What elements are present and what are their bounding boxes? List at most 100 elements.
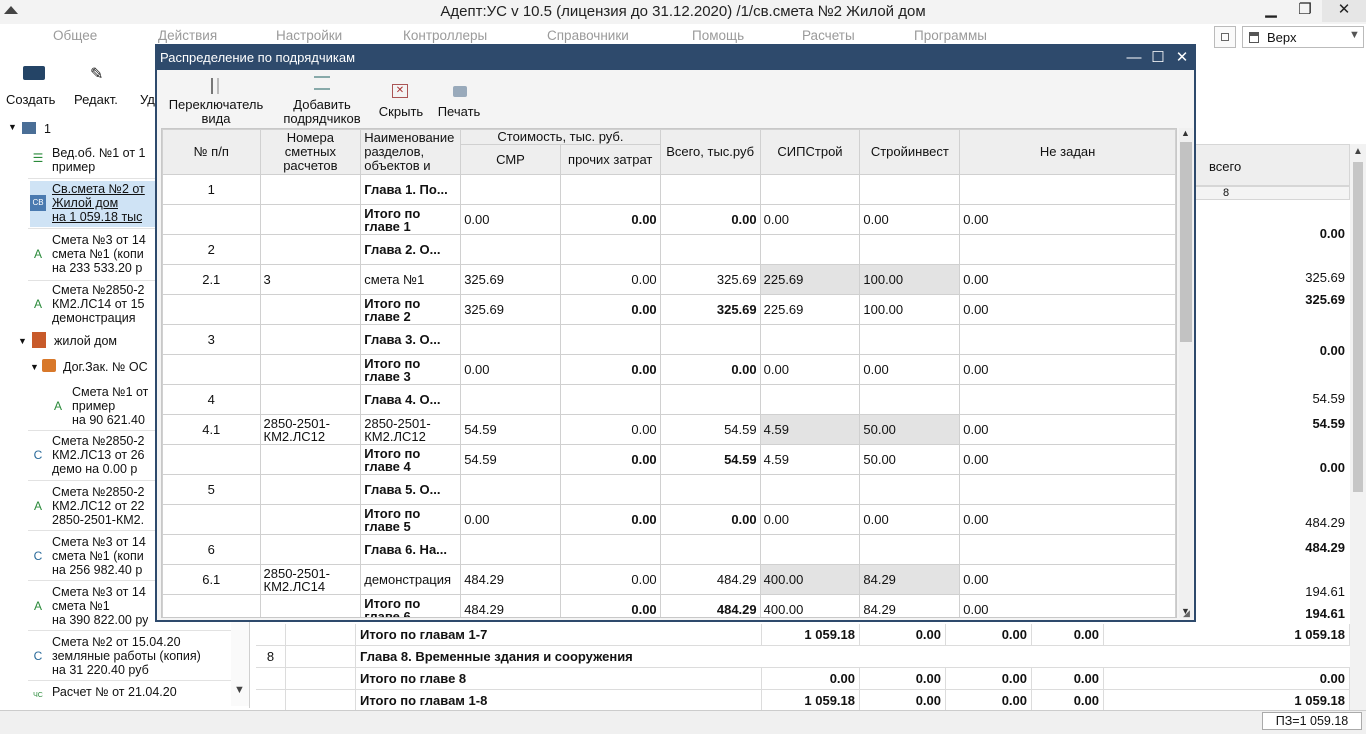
print-button[interactable]: Печать — [433, 72, 485, 126]
tree-item[interactable]: A Смета №1 от пример на 90 621.40 — [50, 384, 160, 430]
menu-help[interactable]: Помощь — [692, 28, 744, 43]
cell-c3[interactable]: 0.00 — [959, 294, 1176, 325]
cell-c1[interactable]: 4.59 — [759, 444, 861, 475]
position-select[interactable]: Верх ▼ — [1242, 26, 1364, 48]
table-row[interactable]: Итого по главам 1-8 1 059.18 0.00 0.00 0… — [256, 690, 1350, 712]
cell-c2[interactable] — [859, 534, 961, 565]
cell-c3[interactable]: 0.00 — [959, 414, 1176, 445]
cell-c3[interactable] — [959, 234, 1176, 265]
table-row[interactable]: Итого по главе 1 0.00 0.00 0.00 0.00 0.00 0.00 — [162, 204, 1176, 235]
hide-button[interactable]: ✕ Скрыть — [375, 72, 427, 126]
dialog-minimize-button[interactable]: — — [1122, 47, 1146, 69]
scroll-down-icon[interactable]: ▼ — [234, 684, 245, 696]
cell-c1[interactable]: 225.69 — [759, 264, 861, 295]
table-row[interactable]: 6 Глава 6. На... — [162, 534, 1176, 565]
cell-c1[interactable] — [759, 324, 861, 355]
scroll-thumb[interactable] — [1353, 162, 1363, 492]
menu-references[interactable]: Справочники — [547, 28, 629, 43]
cell-c1[interactable]: 0.00 — [759, 504, 861, 535]
create-button[interactable]: Создать — [6, 64, 62, 110]
cell-c2[interactable] — [859, 324, 961, 355]
table-row[interactable]: 2 Глава 2. О... — [162, 234, 1176, 265]
tree-item[interactable]: ЧС Расчет № от 21.04.20 — [30, 684, 230, 706]
cell-c2[interactable]: 100.00 — [859, 264, 961, 295]
table-row[interactable]: 2.1 3 смета №1 325.69 0.00 325.69 225.69 100.00… — [162, 264, 1176, 295]
table-row[interactable]: 3 Глава 3. О... — [162, 324, 1176, 355]
dialog-maximize-button[interactable]: ☐ — [1146, 47, 1170, 69]
scroll-up-icon[interactable]: ▲ — [1181, 128, 1190, 138]
cell-c3[interactable]: 0.00 — [959, 504, 1176, 535]
cell-c3[interactable] — [959, 534, 1176, 565]
cell-c2[interactable]: 50.00 — [859, 414, 961, 445]
maximize-button[interactable]: ❐ — [1288, 0, 1322, 22]
cell-c1[interactable]: 0.00 — [759, 354, 861, 385]
table-row[interactable]: 8 Глава 8. Временные здания и сооружения — [256, 646, 1350, 668]
grid-scrollbar[interactable]: ▲ — [1350, 144, 1366, 710]
cell-c1[interactable]: 400.00 — [759, 564, 861, 595]
table-row[interactable]: 4 Глава 4. О... — [162, 384, 1176, 415]
cell-c1[interactable] — [759, 474, 861, 505]
cell-c2[interactable]: 100.00 — [859, 294, 961, 325]
cell-c3[interactable]: 0.00 — [959, 204, 1176, 235]
table-row[interactable]: Итого по главе 2 325.69 0.00 325.69 225.69 10… — [162, 294, 1176, 325]
cell-c1[interactable]: 4.59 — [759, 414, 861, 445]
cell-c2[interactable]: 84.29 — [859, 594, 961, 617]
tree-house-label[interactable]: жилой дом — [54, 334, 117, 348]
cell-c3[interactable] — [959, 174, 1176, 205]
dialog-scrollbar[interactable]: ▲ ▼ — [1179, 128, 1193, 618]
menu-calculations[interactable]: Расчеты — [802, 28, 855, 43]
switch-view-button[interactable]: Переключатель вида — [165, 72, 267, 126]
cell-c2[interactable]: 84.29 — [859, 564, 961, 595]
header-contractor-stroyinvest[interactable]: Стройинвест — [859, 129, 961, 175]
table-row[interactable]: 4.1 2850-2501-КМ2.ЛС12 2850-2501-КМ2.ЛС12 5… — [162, 414, 1176, 445]
cell-c1[interactable]: 400.00 — [759, 594, 861, 617]
layout-toggle-button[interactable] — [1214, 26, 1236, 48]
cell-c3[interactable]: 0.00 — [959, 564, 1176, 595]
cell-c1[interactable]: 0.00 — [759, 204, 861, 235]
resize-grip-icon[interactable]: ◢ — [1183, 608, 1190, 619]
cell-c2[interactable] — [859, 474, 961, 505]
collapse-icon[interactable]: ▼ — [30, 362, 39, 372]
cell-c2[interactable]: 0.00 — [859, 354, 961, 385]
cell-c2[interactable] — [859, 384, 961, 415]
menu-controllers[interactable]: Контроллеры — [403, 28, 487, 43]
table-row[interactable]: Итого по главе 3 0.00 0.00 0.00 0.00 0.00 0.00 — [162, 354, 1176, 385]
cell-c3[interactable]: 0.00 — [959, 444, 1176, 475]
menu-general[interactable]: Общее — [53, 28, 97, 43]
cell-c2[interactable]: 0.00 — [859, 504, 961, 535]
table-row[interactable]: Итого по главе 4 54.59 0.00 54.59 4.59 50.00 0… — [162, 444, 1176, 475]
dialog-close-button[interactable]: ✕ — [1170, 47, 1194, 69]
table-row[interactable]: Итого по главе 8 0.00 0.00 0.00 0.00 0.0… — [256, 668, 1350, 690]
scroll-up-icon[interactable]: ▲ — [1353, 146, 1363, 157]
cell-c3[interactable]: 0.00 — [959, 594, 1176, 617]
collapse-icon[interactable]: ▼ — [18, 336, 27, 346]
cell-c2[interactable]: 50.00 — [859, 444, 961, 475]
table-row[interactable]: Итого по главе 5 0.00 0.00 0.00 0.00 0.00 0.00 — [162, 504, 1176, 535]
cell-c3[interactable] — [959, 384, 1176, 415]
header-contractor-unset[interactable]: Не задан — [959, 129, 1176, 175]
cell-c3[interactable]: 0.00 — [959, 354, 1176, 385]
cell-c2[interactable]: 0.00 — [859, 204, 961, 235]
scroll-thumb[interactable] — [1180, 142, 1192, 342]
add-contractors-button[interactable]: Добавить подрядчиков — [277, 72, 367, 126]
menu-actions[interactable]: Действия — [158, 28, 217, 43]
menu-programs[interactable]: Программы — [914, 28, 987, 43]
cell-c1[interactable] — [759, 234, 861, 265]
cell-c1[interactable]: 225.69 — [759, 294, 861, 325]
minimize-button[interactable]: ▁ — [1254, 0, 1288, 22]
cell-c3[interactable] — [959, 474, 1176, 505]
cell-c1[interactable] — [759, 534, 861, 565]
collapse-icon[interactable]: ▼ — [8, 122, 17, 132]
cell-c2[interactable] — [859, 234, 961, 265]
table-row[interactable]: Итого по главе 6 484.29 0.00 484.29 400.00 84… — [162, 594, 1176, 617]
table-row[interactable]: 5 Глава 5. О... — [162, 474, 1176, 505]
tree-item[interactable]: C Смета №2 от 15.04.20 земляные работы (… — [30, 634, 230, 680]
menu-settings[interactable]: Настройки — [276, 28, 342, 43]
header-contractor-sipstroy[interactable]: СИПСтрой — [759, 129, 861, 175]
close-button[interactable]: ✕ — [1322, 0, 1366, 22]
cell-c1[interactable] — [759, 384, 861, 415]
table-row[interactable]: 1 Глава 1. По... — [162, 174, 1176, 205]
cell-c2[interactable] — [859, 174, 961, 205]
edit-button[interactable]: ✎ Редакт. — [72, 64, 128, 110]
table-row[interactable]: 6.1 2850-2501-КМ2.ЛС14 демонстрация 484.29 0… — [162, 564, 1176, 595]
